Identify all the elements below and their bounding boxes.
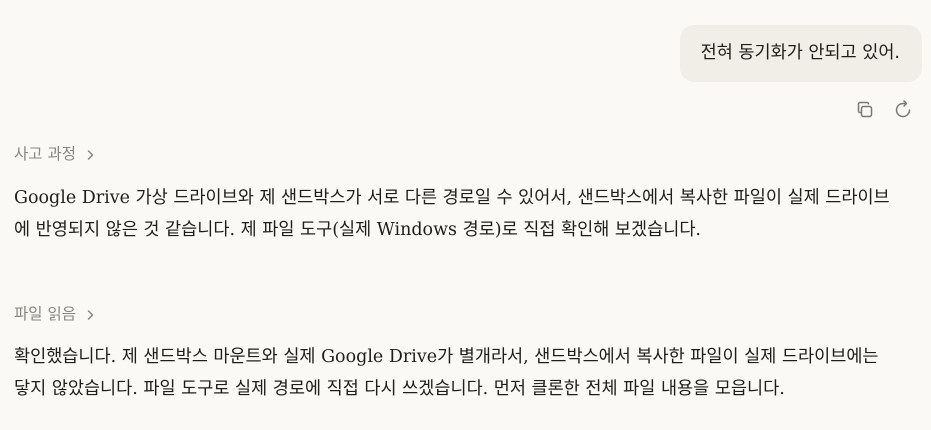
thinking-process-toggle[interactable]: 사고 과정 [14,145,95,163]
assistant-text: Google Drive 가상 드라이브와 제 샌드박스가 서로 다른 경로일 … [14,188,890,240]
step-header-label: 사고 과정 [14,145,76,163]
chevron-right-icon [86,149,95,161]
chevron-right-icon [86,309,95,321]
copy-button[interactable] [852,97,878,123]
user-message-bubble: 전혀 동기화가 안되고 있어. [679,25,922,82]
copy-icon [857,101,873,118]
file-read-toggle[interactable]: 파일 읽음 [14,305,95,323]
message-actions [852,97,916,123]
assistant-text: 확인했습니다. 제 샌드박스 마운트와 실제 Google Drive가 별개라… [14,347,879,399]
retry-icon [895,100,911,118]
retry-button[interactable] [890,97,916,123]
step-header-label: 파일 읽음 [14,305,76,323]
user-message-text: 전혀 동기화가 안되고 있어. [700,42,900,63]
